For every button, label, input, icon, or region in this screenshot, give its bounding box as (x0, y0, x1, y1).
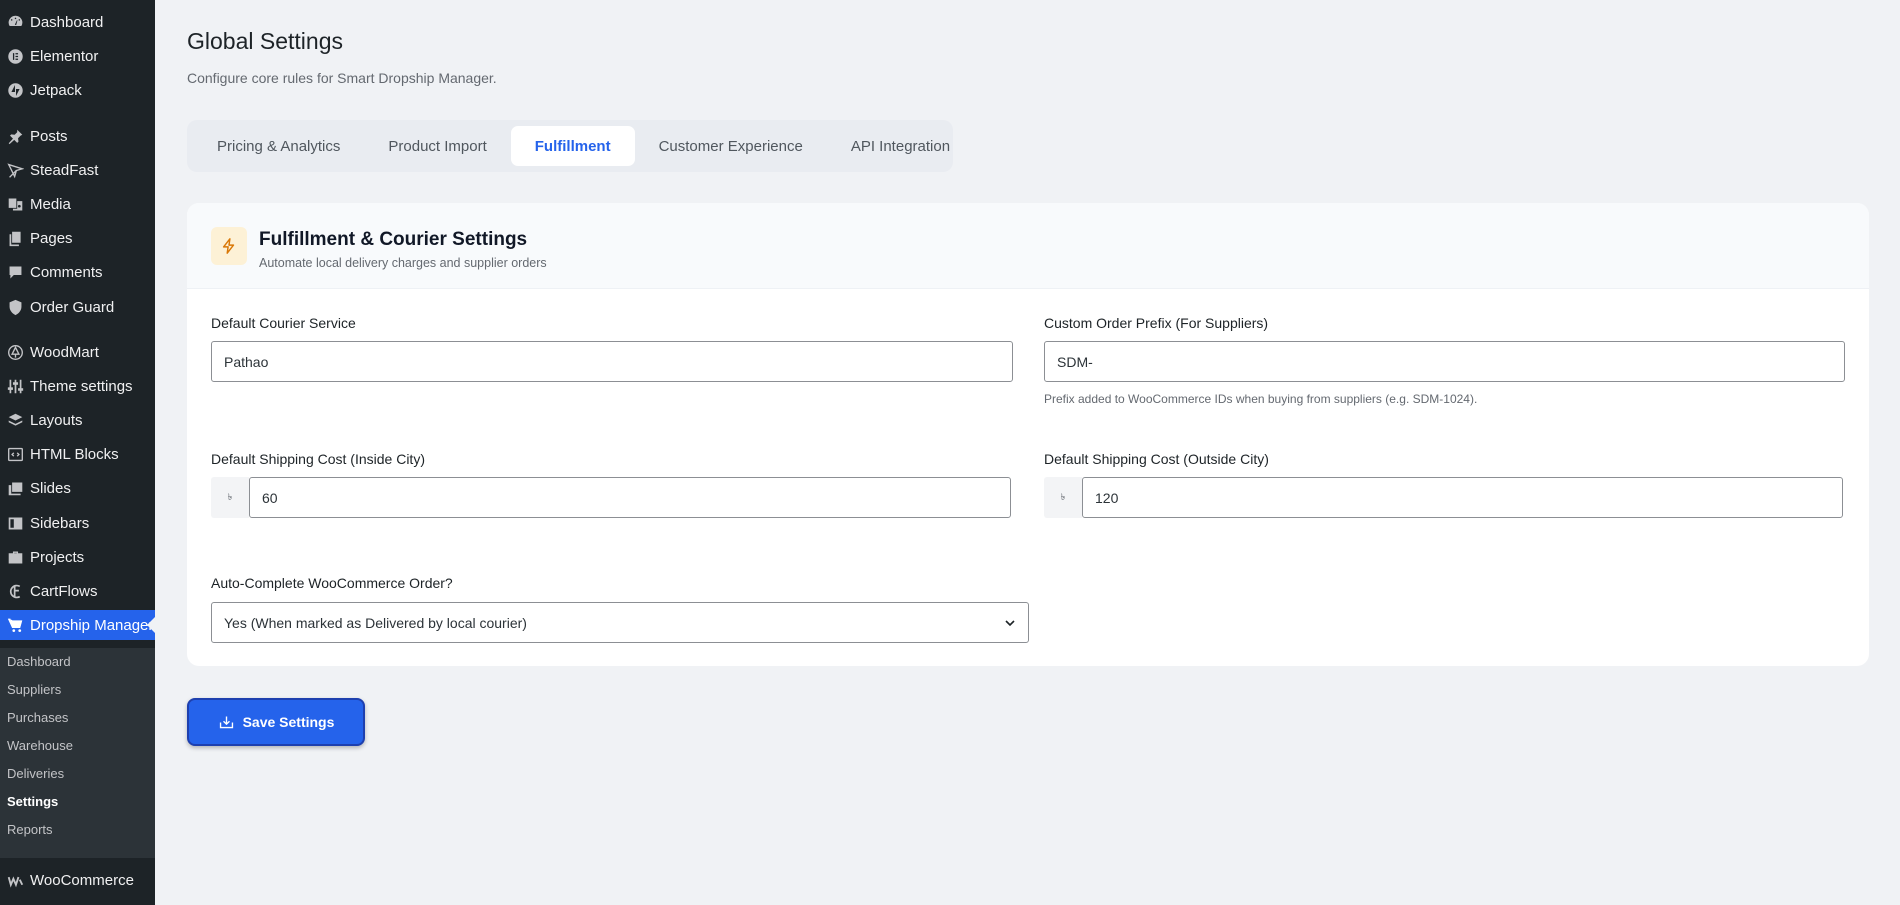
woodmart-icon (0, 337, 30, 367)
save-icon (219, 716, 233, 728)
comment-icon (0, 257, 30, 287)
submenu-item-deliveries[interactable]: Deliveries (7, 766, 64, 781)
shield-icon (0, 292, 30, 322)
settings-tabs: Pricing & Analytics Product Import Fulfi… (187, 120, 953, 172)
submenu-item-reports[interactable]: Reports (7, 822, 53, 837)
sidebar-item-projects[interactable]: Projects (0, 542, 155, 572)
outside-city-label: Default Shipping Cost (Outside City) (1044, 451, 1269, 467)
inside-city-currency: ৳ (211, 477, 249, 518)
card-description: Automate local delivery charges and supp… (259, 256, 547, 270)
courier-service-input[interactable] (211, 341, 1013, 382)
sidebar-item-sidebars[interactable]: Sidebars (0, 508, 155, 538)
jetpack-icon (0, 75, 30, 105)
sidebar-item-slides[interactable]: Slides (0, 473, 155, 503)
order-prefix-input[interactable] (1044, 341, 1845, 382)
sidebar-item-order-guard[interactable]: Order Guard (0, 292, 155, 322)
sidebar-item-layouts[interactable]: Layouts (0, 405, 155, 435)
code-icon (0, 439, 30, 469)
sidebar-item-jetpack[interactable]: Jetpack (0, 75, 155, 105)
dashboard-icon (0, 7, 30, 37)
outside-city-cost-input[interactable] (1082, 477, 1843, 518)
sidebar-item-comments[interactable]: Comments (0, 257, 155, 287)
admin-sidebar: Dashboard Elementor Jetpack Posts SteadF… (0, 0, 155, 905)
tab-pricing-analytics[interactable]: Pricing & Analytics (193, 126, 364, 166)
chevron-down-icon (1005, 620, 1015, 627)
save-settings-button[interactable]: Save Settings (187, 698, 365, 746)
auto-complete-selected-value: Yes (When marked as Delivered by local c… (224, 614, 527, 631)
layers-icon (0, 405, 30, 435)
inside-city-cost-input[interactable] (249, 477, 1011, 518)
media-icon (0, 189, 30, 219)
submenu-item-purchases[interactable]: Purchases (7, 710, 68, 725)
auto-complete-label: Auto-Complete WooCommerce Order? (211, 575, 453, 591)
sidebar-item-elementor[interactable]: Elementor (0, 41, 155, 71)
sliders-icon (0, 371, 30, 401)
page-subtitle: Configure core rules for Smart Dropship … (187, 70, 497, 86)
elementor-icon (0, 41, 30, 71)
courier-label: Default Courier Service (211, 315, 356, 331)
submenu-item-warehouse[interactable]: Warehouse (7, 738, 73, 753)
submenu-item-dashboard[interactable]: Dashboard (7, 654, 71, 669)
briefcase-icon (0, 542, 30, 572)
auto-complete-select[interactable]: Yes (When marked as Delivered by local c… (211, 602, 1029, 643)
inside-city-label: Default Shipping Cost (Inside City) (211, 451, 425, 467)
sidebar-item-cartflows[interactable]: CartFlows (0, 576, 155, 606)
pages-icon (0, 223, 30, 253)
dropship-submenu: Dashboard Suppliers Purchases Warehouse … (0, 648, 155, 858)
tab-customer-experience[interactable]: Customer Experience (635, 126, 827, 166)
sidebar-item-html-blocks[interactable]: HTML Blocks (0, 439, 155, 469)
card-title: Fulfillment & Courier Settings (259, 229, 528, 250)
sidebar-item-steadfast[interactable]: SteadFast (0, 155, 155, 185)
sidebar-item-media[interactable]: Media (0, 189, 155, 219)
pin-icon (0, 121, 30, 151)
outside-city-currency: ৳ (1044, 477, 1082, 518)
sidebar-item-theme-settings[interactable]: Theme settings (0, 371, 155, 401)
sidebar-item-woodmart[interactable]: WoodMart (0, 337, 155, 367)
submenu-item-suppliers[interactable]: Suppliers (7, 682, 61, 697)
slides-icon (0, 473, 30, 503)
fulfillment-settings-card: Fulfillment & Courier Settings Automate … (187, 203, 1869, 666)
sidebar-item-dashboard[interactable]: Dashboard (0, 7, 155, 37)
save-settings-label: Save Settings (242, 714, 335, 730)
sidebar-item-posts[interactable]: Posts (0, 121, 155, 151)
sidebar-item-woocommerce[interactable]: WooCommerce (0, 865, 155, 895)
tab-api-integration[interactable]: API Integration (827, 126, 974, 166)
sidebar-item-dropship-manager[interactable]: Dropship Manager (0, 610, 155, 640)
woocommerce-icon (0, 865, 30, 895)
order-prefix-help: Prefix added to WooCommerce IDs when buy… (1044, 392, 1478, 406)
card-header: Fulfillment & Courier Settings Automate … (187, 203, 1869, 289)
order-prefix-label: Custom Order Prefix (For Suppliers) (1044, 315, 1269, 331)
tab-product-import[interactable]: Product Import (364, 126, 510, 166)
lightning-icon (211, 227, 247, 265)
submenu-item-settings[interactable]: Settings (7, 794, 58, 809)
tab-fulfillment[interactable]: Fulfillment (510, 126, 635, 166)
sidebar-icon (0, 508, 30, 538)
steadfast-icon (0, 155, 30, 185)
page-title: Global Settings (187, 28, 343, 54)
cart-icon (0, 610, 30, 640)
sidebar-item-pages[interactable]: Pages (0, 223, 155, 253)
cartflows-icon (0, 576, 30, 606)
